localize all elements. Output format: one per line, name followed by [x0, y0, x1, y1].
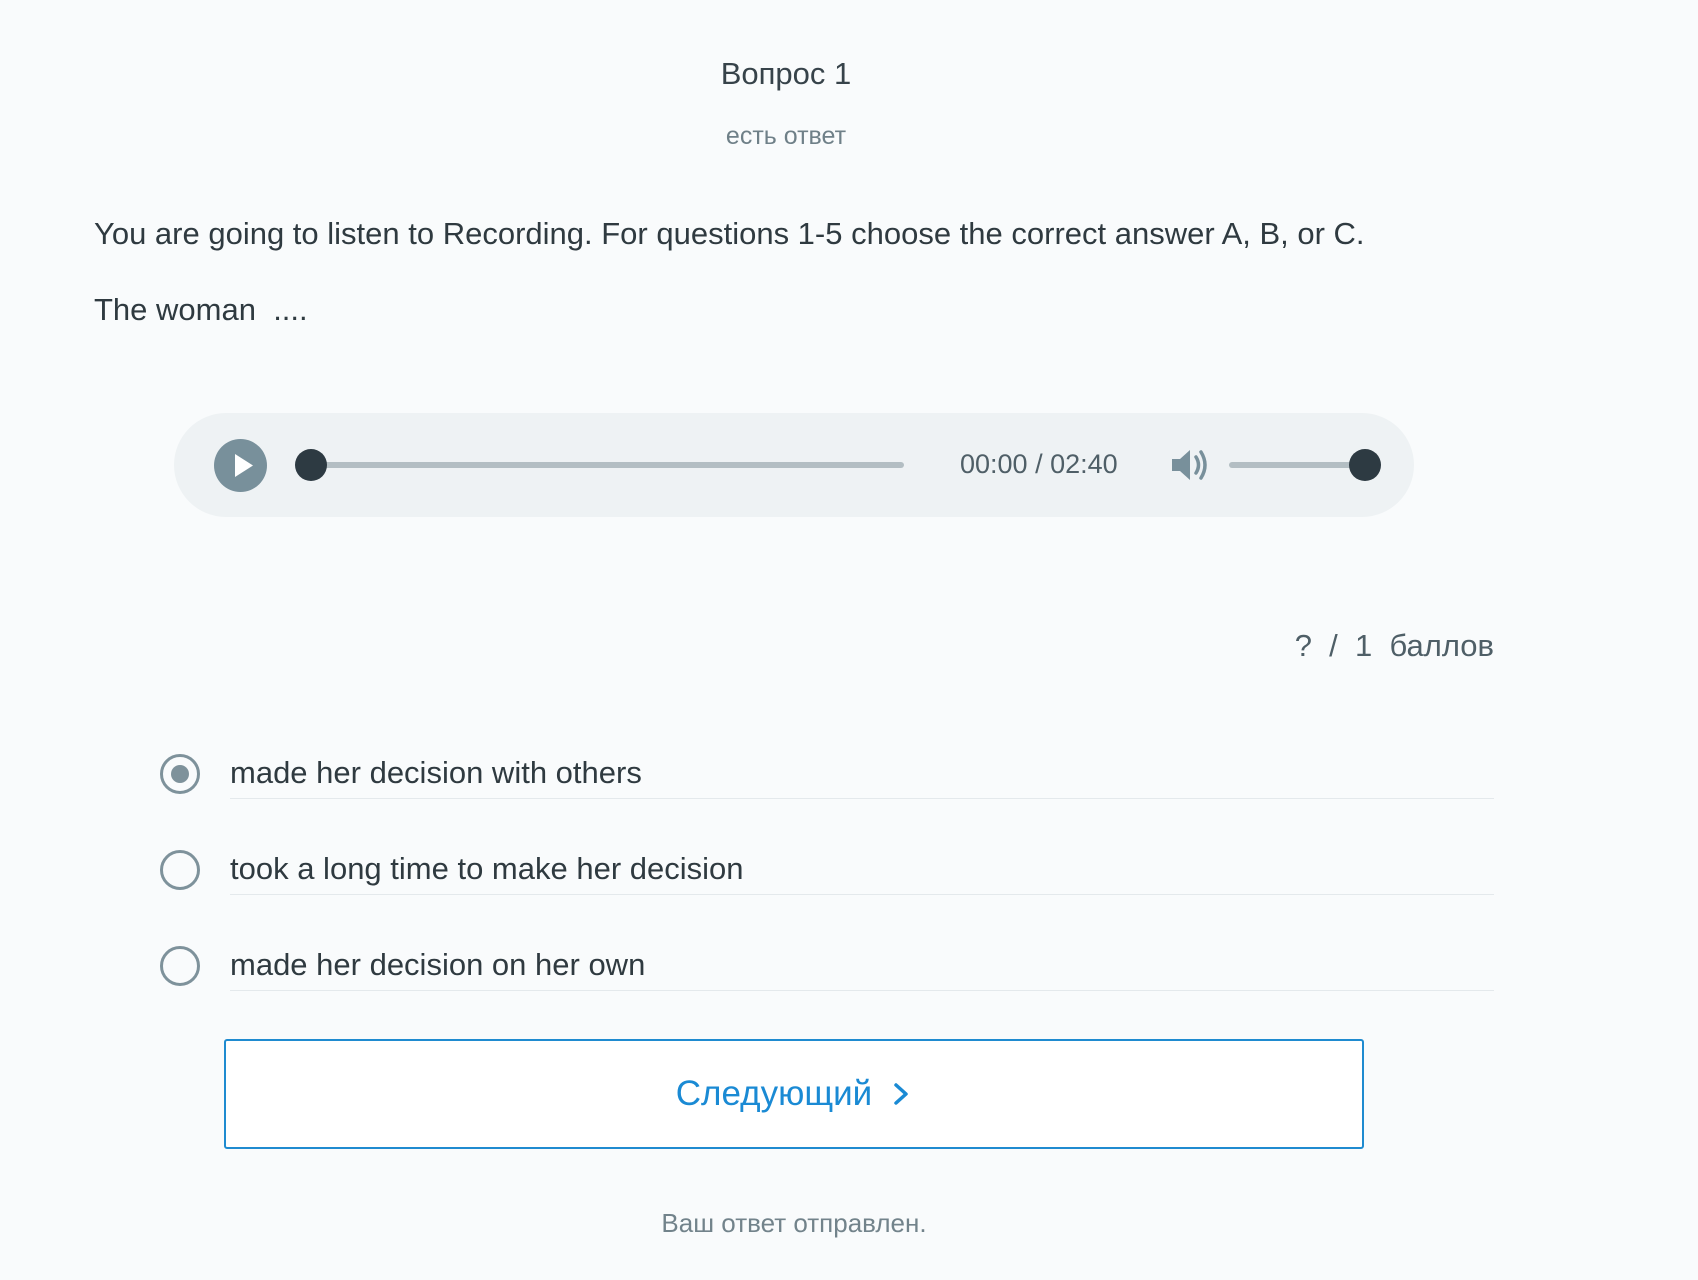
next-button[interactable]: Следующий: [224, 1039, 1364, 1149]
question-status: есть ответ: [725, 122, 847, 150]
volume-slider[interactable]: [1229, 449, 1381, 481]
progress-slider-thumb[interactable]: [295, 449, 327, 481]
time-display: 00:00 / 02:40: [960, 449, 1118, 479]
answer-option[interactable]: made her decision with others: [160, 740, 1494, 836]
play-icon: [235, 454, 253, 477]
next-button-label: Следующий: [675, 1074, 873, 1113]
answer-options: made her decision with others took a lon…: [160, 740, 1494, 1028]
progress-slider[interactable]: [295, 449, 904, 481]
speaker-icon[interactable]: [1170, 445, 1212, 485]
radio-button[interactable]: [160, 946, 200, 986]
answer-option[interactable]: took a long time to make her decision: [160, 836, 1494, 932]
answer-option[interactable]: made her decision on her own: [160, 932, 1494, 1028]
answer-option-label[interactable]: made her decision on her own: [230, 947, 645, 983]
volume-slider-thumb[interactable]: [1349, 449, 1381, 481]
answer-option-label[interactable]: made her decision with others: [230, 755, 642, 791]
submission-message: Ваш ответ отправлен.: [661, 1208, 927, 1238]
divider: [230, 990, 1494, 991]
answer-option-label[interactable]: took a long time to make her decision: [230, 851, 744, 887]
radio-button[interactable]: [160, 754, 200, 794]
audio-player: 00:00 / 02:40: [174, 413, 1414, 517]
chevron-right-icon: [894, 1083, 908, 1105]
radio-button[interactable]: [160, 850, 200, 890]
play-button[interactable]: [214, 439, 267, 492]
score-display: ? / 1 баллов: [1294, 628, 1494, 663]
divider: [230, 894, 1494, 895]
divider: [230, 798, 1494, 799]
question-instructions: You are going to listen to Recording. Fo…: [94, 216, 1365, 251]
question-title: Вопрос 1: [720, 56, 852, 91]
question-prompt: The woman ....: [94, 292, 308, 327]
